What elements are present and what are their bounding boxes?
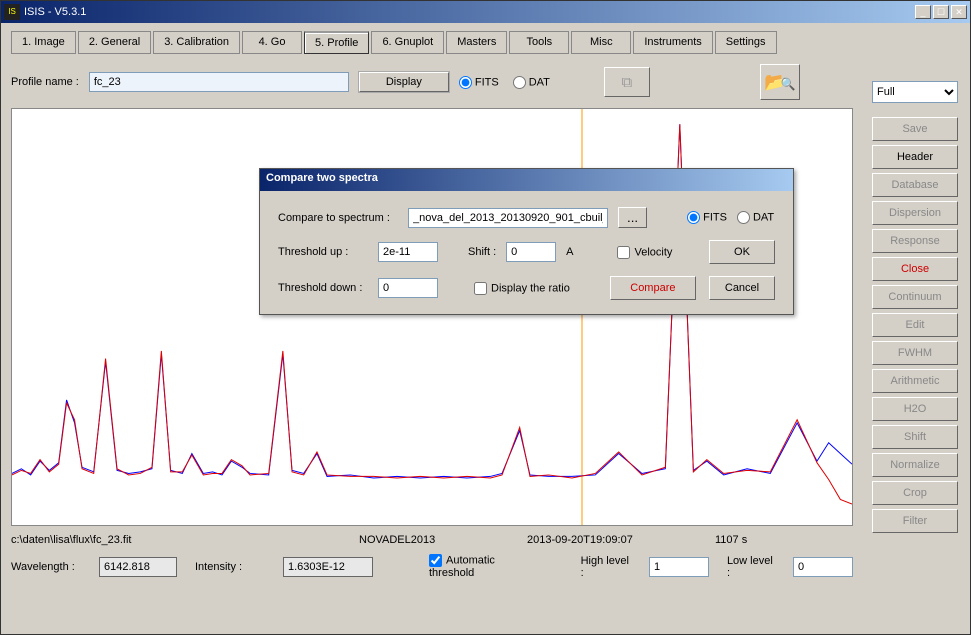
- side-close-button[interactable]: Close: [872, 257, 958, 281]
- tab-2-general[interactable]: 2. General: [78, 31, 151, 54]
- side-dispersion-button[interactable]: Dispersion: [872, 201, 958, 225]
- side-normalize-button[interactable]: Normalize: [872, 453, 958, 477]
- shift-input[interactable]: [506, 242, 556, 262]
- auto-threshold-checkbox[interactable]: Automatic threshold: [429, 554, 535, 579]
- copy-button[interactable]: ⧉: [604, 67, 650, 97]
- shift-unit: A: [566, 246, 573, 258]
- display-button[interactable]: Display: [359, 72, 449, 92]
- profile-name-label: Profile name :: [11, 76, 79, 88]
- side-h2o-button[interactable]: H2O: [872, 397, 958, 421]
- timestamp-text: 2013-09-20T19:09:07: [527, 534, 697, 546]
- window-title: ISIS - V5.3.1: [24, 6, 913, 18]
- side-shift-button[interactable]: Shift: [872, 425, 958, 449]
- tab-tools[interactable]: Tools: [509, 31, 569, 54]
- high-level-label: High level :: [581, 555, 631, 579]
- threshold-up-input[interactable]: [378, 242, 438, 262]
- client-area: 1. Image2. General3. Calibration4. Go5. …: [1, 23, 970, 634]
- tab-instruments[interactable]: Instruments: [633, 31, 712, 54]
- wavelength-label: Wavelength :: [11, 561, 81, 573]
- dialog-radio-dat[interactable]: DAT: [737, 211, 774, 224]
- compare-button[interactable]: Compare: [610, 276, 696, 300]
- side-continuum-button[interactable]: Continuum: [872, 285, 958, 309]
- cancel-button[interactable]: Cancel: [709, 276, 775, 300]
- magnifier-icon: [787, 72, 796, 93]
- low-level-input[interactable]: [793, 557, 853, 577]
- dialog-radio-fits[interactable]: FITS: [687, 211, 727, 224]
- tab-misc[interactable]: Misc: [571, 31, 631, 54]
- main-window: IS ISIS - V5.3.1 _ ☐ ✕ 1. Image2. Genera…: [0, 0, 971, 635]
- compare-dialog: Compare two spectra Compare to spectrum …: [259, 168, 794, 315]
- radio-fits[interactable]: FITS: [459, 76, 499, 89]
- intensity-label: Intensity :: [195, 561, 265, 573]
- maximize-button[interactable]: ☐: [933, 5, 949, 19]
- app-icon: IS: [4, 4, 20, 20]
- tab-6-gnuplot[interactable]: 6. Gnuplot: [371, 31, 444, 54]
- profile-name-input[interactable]: [89, 72, 349, 92]
- threshold-down-input[interactable]: [378, 278, 438, 298]
- exposure-text: 1107 s: [715, 534, 747, 546]
- browse-button[interactable]: ...: [618, 207, 647, 228]
- tab-4-go[interactable]: 4. Go: [242, 31, 302, 54]
- minimize-button[interactable]: _: [915, 5, 931, 19]
- target-text: NOVADEL2013: [359, 534, 509, 546]
- high-level-input[interactable]: [649, 557, 709, 577]
- low-level-label: Low level :: [727, 555, 775, 579]
- tab-3-calibration[interactable]: 3. Calibration: [153, 31, 240, 54]
- velocity-checkbox[interactable]: Velocity: [617, 246, 672, 259]
- tab-masters[interactable]: Masters: [446, 31, 507, 54]
- compare-to-input[interactable]: [408, 208, 608, 228]
- threshold-down-label: Threshold down :: [278, 282, 368, 294]
- wavelength-value: 6142.818: [99, 557, 177, 577]
- status-area: c:\daten\lisa\flux\fc_23.fit NOVADEL2013…: [11, 534, 853, 579]
- tabs-bar: 1. Image2. General3. Calibration4. Go5. …: [11, 31, 960, 54]
- threshold-up-label: Threshold up :: [278, 246, 368, 258]
- view-mode-select[interactable]: Full: [872, 81, 958, 103]
- tab-1-image[interactable]: 1. Image: [11, 31, 76, 54]
- filepath-text: c:\daten\lisa\flux\fc_23.fit: [11, 534, 341, 546]
- side-fwhm-button[interactable]: FWHM: [872, 341, 958, 365]
- tab-5-profile[interactable]: 5. Profile: [304, 31, 369, 54]
- intensity-value: 1.6303E-12: [283, 557, 373, 577]
- display-ratio-checkbox[interactable]: Display the ratio: [474, 282, 570, 295]
- side-save-button[interactable]: Save: [872, 117, 958, 141]
- shift-label: Shift :: [468, 246, 496, 258]
- tab-settings[interactable]: Settings: [715, 31, 777, 54]
- filetype-radio-group: FITS DAT: [459, 76, 550, 89]
- close-button[interactable]: ✕: [951, 5, 967, 19]
- titlebar: IS ISIS - V5.3.1 _ ☐ ✕: [1, 1, 970, 23]
- dialog-title: Compare two spectra: [260, 169, 793, 191]
- open-folder-button[interactable]: [760, 64, 800, 100]
- side-filter-button[interactable]: Filter: [872, 509, 958, 533]
- side-arithmetic-button[interactable]: Arithmetic: [872, 369, 958, 393]
- side-edit-button[interactable]: Edit: [872, 313, 958, 337]
- right-toolbar: Full Save Header Database Dispersion Respons…: [872, 81, 958, 537]
- profile-row: Profile name : Display FITS DAT ⧉: [11, 64, 960, 100]
- radio-dat[interactable]: DAT: [513, 76, 550, 89]
- side-database-button[interactable]: Database: [872, 173, 958, 197]
- side-crop-button[interactable]: Crop: [872, 481, 958, 505]
- side-header-button[interactable]: Header: [872, 145, 958, 169]
- compare-to-label: Compare to spectrum :: [278, 212, 398, 224]
- side-response-button[interactable]: Response: [872, 229, 958, 253]
- ok-button[interactable]: OK: [709, 240, 775, 264]
